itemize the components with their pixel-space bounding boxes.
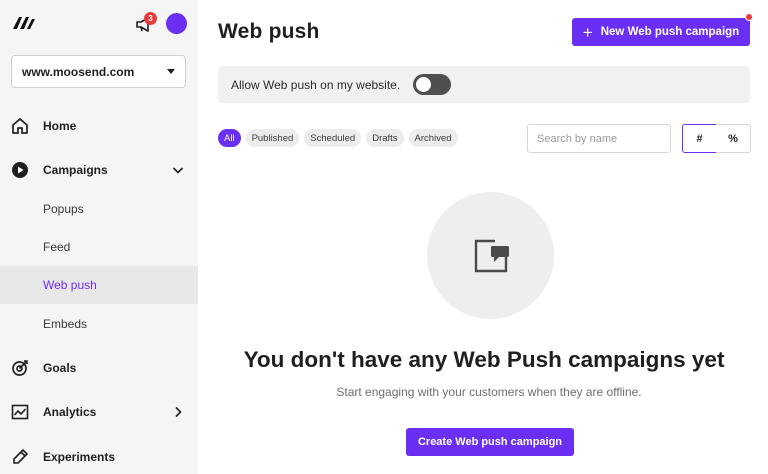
sidebar-subitem-embeds[interactable]: Embeds: [0, 305, 198, 343]
moosend-logo-icon[interactable]: [12, 15, 36, 31]
filter-chip-archived[interactable]: Archived: [408, 129, 458, 147]
sidebar-item-home[interactable]: Home: [0, 107, 198, 145]
new-web-push-campaign-label: New Web push campaign: [600, 26, 740, 38]
filter-chip-scheduled[interactable]: Scheduled: [304, 129, 362, 147]
create-web-push-campaign-button[interactable]: Create Web push campaign: [406, 428, 574, 456]
sidebar-subitem-feed[interactable]: Feed: [0, 228, 198, 266]
sidebar-item-goals[interactable]: Goals: [0, 349, 198, 387]
search-input[interactable]: [527, 124, 671, 153]
page-title: Web push: [218, 20, 320, 43]
plus-icon: +: [582, 22, 593, 42]
flask-icon: [13, 449, 28, 464]
sidebar-subitem-popups[interactable]: Popups: [0, 190, 198, 228]
sidebar-item-label: Experiments: [43, 450, 116, 464]
sidebar-item-campaigns[interactable]: Campaigns: [0, 151, 198, 189]
sidebar-item-label: Home: [43, 119, 77, 133]
sidebar: 3 www.moosend.com Home Campaigns Popups …: [0, 0, 198, 474]
play-circle-icon: [12, 162, 28, 178]
browser-push-icon: [474, 239, 509, 273]
status-filter-chips: All Published Scheduled Drafts Archived: [218, 129, 458, 147]
sidebar-subitem-label: Web push: [43, 278, 97, 292]
site-select-value: www.moosend.com: [22, 64, 135, 79]
sidebar-item-label: Goals: [43, 361, 77, 375]
avatar[interactable]: [166, 13, 187, 34]
sidebar-subitem-label: Feed: [43, 240, 71, 254]
filter-chip-published[interactable]: Published: [245, 129, 300, 147]
notification-badge: 3: [144, 12, 157, 25]
new-web-push-campaign-button[interactable]: + New Web push campaign: [572, 18, 750, 46]
filter-chip-drafts[interactable]: Drafts: [366, 129, 404, 147]
chevron-down-icon: [167, 69, 175, 74]
empty-state-title: You don't have any Web Push campaigns ye…: [243, 347, 725, 372]
toggle-knob: [416, 77, 431, 92]
chevron-down-icon: [172, 167, 184, 174]
allow-web-push-bar: Allow Web push on my website.: [218, 66, 750, 103]
allow-web-push-label: Allow Web push on my website.: [231, 77, 401, 92]
chevron-right-icon: [175, 406, 182, 418]
unit-toggle-count[interactable]: #: [682, 124, 717, 153]
allow-web-push-toggle[interactable]: [413, 74, 451, 95]
home-icon: [12, 118, 28, 134]
site-select[interactable]: www.moosend.com: [11, 55, 186, 88]
empty-state-subtitle: Start engaging with your customers when …: [336, 385, 642, 399]
sidebar-subitem-label: Popups: [43, 202, 84, 216]
filter-chip-all[interactable]: All: [218, 129, 241, 147]
sidebar-item-experiments[interactable]: Experiments: [0, 438, 198, 474]
sidebar-item-analytics[interactable]: Analytics: [0, 393, 198, 431]
unit-toggle-percent[interactable]: %: [716, 124, 751, 153]
notification-dot: [745, 13, 753, 21]
line-chart-icon: [11, 404, 29, 420]
sidebar-item-label: Analytics: [43, 405, 97, 419]
sidebar-item-label: Campaigns: [43, 163, 108, 177]
sidebar-subitem-web-push[interactable]: Web push: [0, 266, 198, 304]
target-icon: [12, 360, 28, 376]
sidebar-subitem-label: Embeds: [43, 317, 88, 331]
